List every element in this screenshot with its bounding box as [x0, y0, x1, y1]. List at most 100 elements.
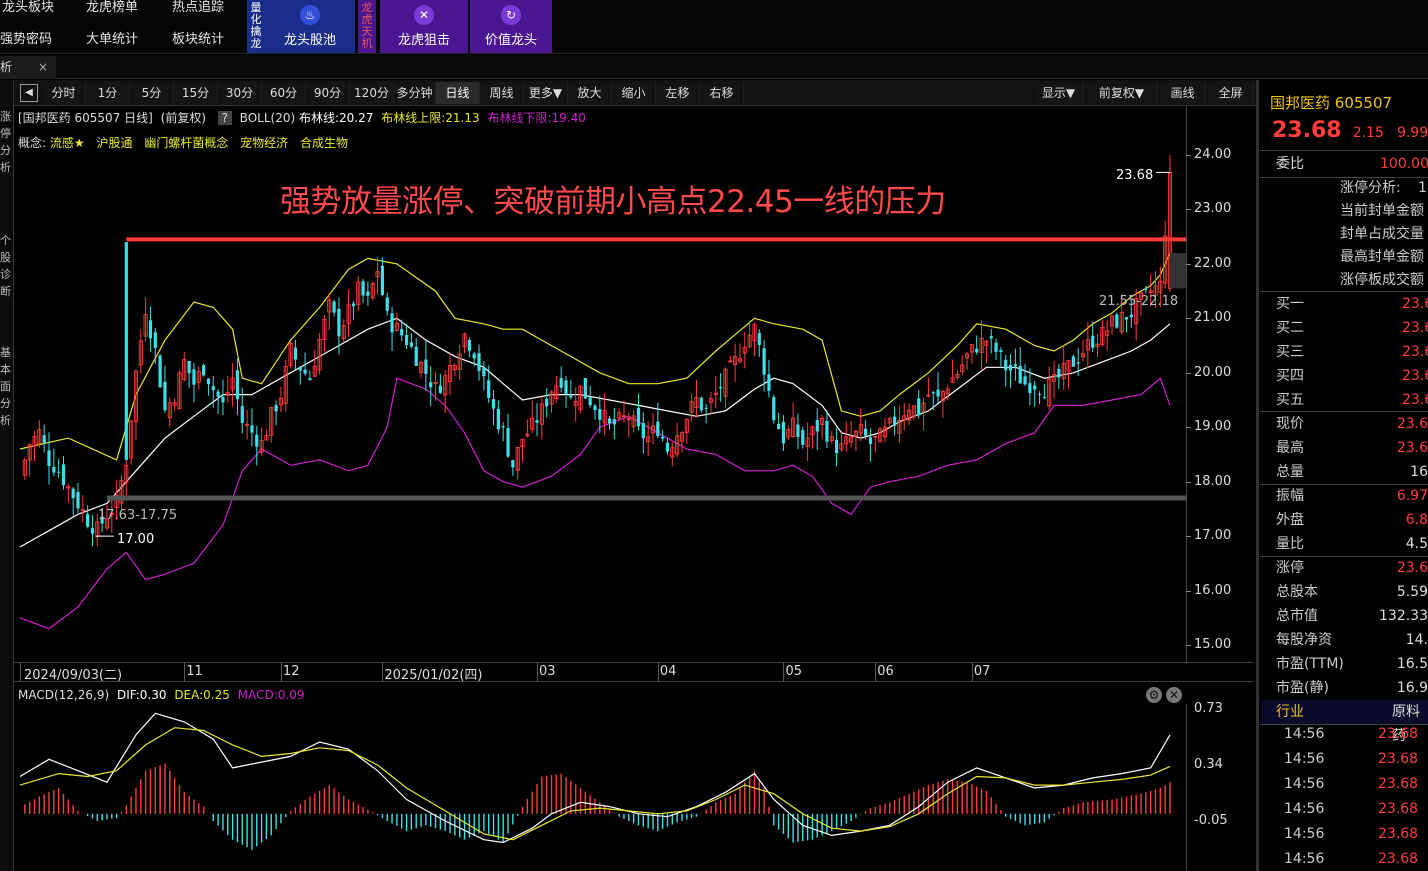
toolbar-button-15[interactable]: 右移: [700, 82, 744, 104]
toolbar-right-button-0[interactable]: 显示▼: [1034, 82, 1084, 104]
stat-label: 涨停: [1276, 560, 1304, 576]
candle-body-down: [385, 297, 389, 311]
toolbar-button-10[interactable]: 周线: [480, 82, 524, 104]
macd-axis: [1186, 704, 1256, 871]
menu-dadan-tongji[interactable]: 大单统计: [86, 26, 138, 54]
tab-analysis[interactable]: 析 ×: [0, 56, 56, 79]
longtou-pool-button[interactable]: ♨ 龙头股池: [265, 0, 355, 53]
sidebar-item-stock-diagnosis[interactable]: 个股诊断: [0, 232, 12, 300]
left-sidebar: [0, 80, 14, 871]
quote-price-row: 23.68 2.15 9.99%: [1272, 118, 1428, 143]
macd-y-tick-label: 0.73: [1194, 701, 1223, 716]
settings-icon[interactable]: ⚙: [1146, 687, 1162, 703]
stat-row: 市盈(静) 16.9: [1262, 676, 1428, 700]
toolbar-button-14[interactable]: 左移: [656, 82, 700, 104]
macd-chart[interactable]: [14, 704, 1186, 871]
candle-body-down: [86, 514, 90, 527]
toolbar-button-7[interactable]: 120分: [350, 82, 394, 104]
tick-row: 14:56 23.68: [1268, 747, 1428, 772]
toolbar-right-button-3[interactable]: 全屏: [1208, 82, 1254, 104]
candle-body-down: [414, 346, 418, 366]
tick-time: 14:56: [1284, 826, 1325, 842]
stat-label: 现价: [1276, 416, 1304, 432]
y-tick-label: 18.00: [1194, 473, 1232, 489]
label-high-last: 23.68: [1116, 168, 1154, 183]
candle-body-down: [240, 406, 244, 423]
macd-name[interactable]: MACD(12,26,9): [18, 688, 109, 702]
close-icon[interactable]: ×: [38, 56, 48, 78]
toolbar-right-button-2[interactable]: 画线: [1160, 82, 1206, 104]
tick-row: 14:56 23.68: [1268, 772, 1428, 797]
x-tick-mark: [783, 662, 785, 682]
stat-label: 总市值: [1276, 608, 1318, 624]
toolbar-button-8[interactable]: 多分钟: [394, 82, 436, 104]
candle-body-down: [61, 464, 66, 486]
stat-row: 量比 4.5: [1262, 532, 1428, 556]
sidebar-item-fundamental[interactable]: 基本面分析: [0, 344, 12, 429]
menu-longtou-bankuai[interactable]: 龙头板块: [2, 0, 54, 22]
quote-divider: [1260, 150, 1428, 151]
zt-analysis-label: 封单占成交量: [1340, 226, 1424, 242]
toolbar-button-1[interactable]: 1分: [86, 82, 130, 104]
candle-body-down: [1018, 365, 1022, 384]
buy-level-price: 23.6: [1402, 296, 1428, 312]
candle-body-down: [501, 426, 505, 428]
sidebar-item-zt-analysis[interactable]: 涨停分析: [0, 108, 12, 176]
last-range-box: [1170, 253, 1186, 289]
stat-label: 振幅: [1276, 488, 1304, 504]
toolbar-button-0[interactable]: 分时: [42, 82, 86, 104]
x-tick-mark: [657, 662, 659, 682]
candle-body-down: [564, 380, 568, 395]
value-leader-button[interactable]: ↻ 价值龙头: [470, 0, 552, 53]
y-tick-mark: [1186, 427, 1191, 429]
toolbar-button-4[interactable]: 30分: [218, 82, 262, 104]
candle-body-down: [636, 408, 641, 427]
buy-level-label: 买二: [1276, 320, 1304, 336]
stat-label: 市盈(TTM): [1276, 656, 1344, 672]
candle-body-down: [351, 303, 356, 307]
stat-row: 现价 23.6: [1262, 412, 1428, 436]
tick-price: 23.68: [1378, 826, 1419, 842]
macd-y-tick-label: 0.34: [1194, 757, 1223, 772]
menu-longhu-bangdan[interactable]: 龙虎榜单: [86, 0, 138, 22]
stat-row: 涨停 23.6: [1260, 556, 1428, 580]
toolbar-right-button-1[interactable]: 前复权▼: [1086, 82, 1158, 104]
toolbar-button-12[interactable]: 放大: [568, 82, 612, 104]
candle-body-down: [71, 488, 75, 499]
toolbar-button-6[interactable]: 90分: [306, 82, 350, 104]
candle-body-down: [801, 430, 805, 445]
candle-body-down: [777, 424, 781, 430]
candle-body-down: [593, 405, 597, 411]
toolbar-button-5[interactable]: 60分: [262, 82, 306, 104]
candle-body-down: [216, 391, 220, 397]
toolbar-button-9[interactable]: 日线: [436, 82, 480, 104]
boll-upper-line: [19, 252, 1171, 461]
zt-analysis-row: 涨停分析: 1: [1262, 176, 1428, 200]
weibi-label: 委比: [1276, 156, 1304, 172]
candle-body-down: [380, 265, 384, 295]
menu-bankuai-tongji[interactable]: 板块统计: [172, 26, 224, 54]
stat-row: 总量 16: [1262, 460, 1428, 484]
menu-redian-zhuizong[interactable]: 热点追踪: [172, 0, 224, 22]
toolbar-button-13[interactable]: 缩小: [612, 82, 656, 104]
macd-dea-line: [19, 727, 1171, 841]
candle-body-down: [834, 439, 839, 454]
toolbar-button-2[interactable]: 5分: [130, 82, 174, 104]
candle-body-down: [47, 450, 51, 467]
toolbar-button-11[interactable]: 更多▼: [524, 82, 568, 104]
x-tick-label: 06: [877, 664, 894, 679]
weibi-value: 100.00: [1380, 156, 1428, 172]
candle-body-down: [57, 471, 61, 473]
longhu-snipe-button[interactable]: ✕ 龙虎狙击: [380, 0, 468, 53]
toggle-sidebar-icon[interactable]: ◀: [20, 84, 38, 102]
close-macd-icon[interactable]: ✕: [1166, 687, 1182, 703]
toolbar-button-3[interactable]: 15分: [174, 82, 218, 104]
menu-qiangshi-mima[interactable]: 强势密码: [0, 26, 52, 54]
zt-analysis-row: 最高封单金额: [1262, 245, 1428, 269]
buy-row: 买一 23.6: [1262, 292, 1428, 316]
stat-row: 外盘 6.8: [1262, 508, 1428, 532]
stat-value: 4.5: [1405, 536, 1428, 552]
x-tick-mark: [875, 662, 877, 682]
stat-label: 总股本: [1276, 584, 1318, 600]
macd-value: MACD:0.09: [237, 688, 305, 702]
